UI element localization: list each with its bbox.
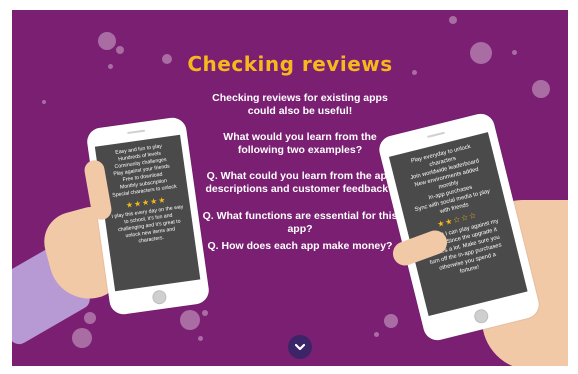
page-title: Checking reviews xyxy=(187,52,393,76)
scroll-down-button[interactable] xyxy=(288,335,312,359)
bubble-decoration xyxy=(72,328,92,348)
bubble-decoration xyxy=(384,314,398,328)
question-money: Q. How does each app make money? xyxy=(207,240,393,252)
bubble-decoration xyxy=(180,310,200,330)
chevron-down-icon xyxy=(295,343,305,351)
question-examples: What would you learn from the following … xyxy=(223,131,377,156)
right-phone-screen: Play everyday to unlock characters Join … xyxy=(388,132,528,316)
right-phone: Play everyday to unlock characters Join … xyxy=(376,110,542,344)
bubble-decoration xyxy=(202,310,208,316)
question-functions: Q. What functions are essential for this… xyxy=(202,210,398,235)
bubble-decoration xyxy=(374,332,379,337)
bubble-decoration xyxy=(42,100,46,104)
left-phone-home-button xyxy=(151,289,168,306)
question-descriptions: Q. What could you learn from the app des… xyxy=(205,170,395,195)
right-phone-home-button xyxy=(472,307,490,325)
bubble-decoration xyxy=(84,312,96,324)
bubble-decoration xyxy=(198,336,203,341)
bubble-decoration xyxy=(532,80,550,98)
right-phone-speaker xyxy=(427,131,445,138)
intro-text: Checking reviews for existing apps could… xyxy=(212,92,388,117)
bubble-decoration xyxy=(449,16,457,24)
bubble-decoration xyxy=(98,32,116,50)
left-phone-speaker xyxy=(127,129,146,135)
slide-stage: Checking reviews Checking reviews for ex… xyxy=(12,10,568,366)
